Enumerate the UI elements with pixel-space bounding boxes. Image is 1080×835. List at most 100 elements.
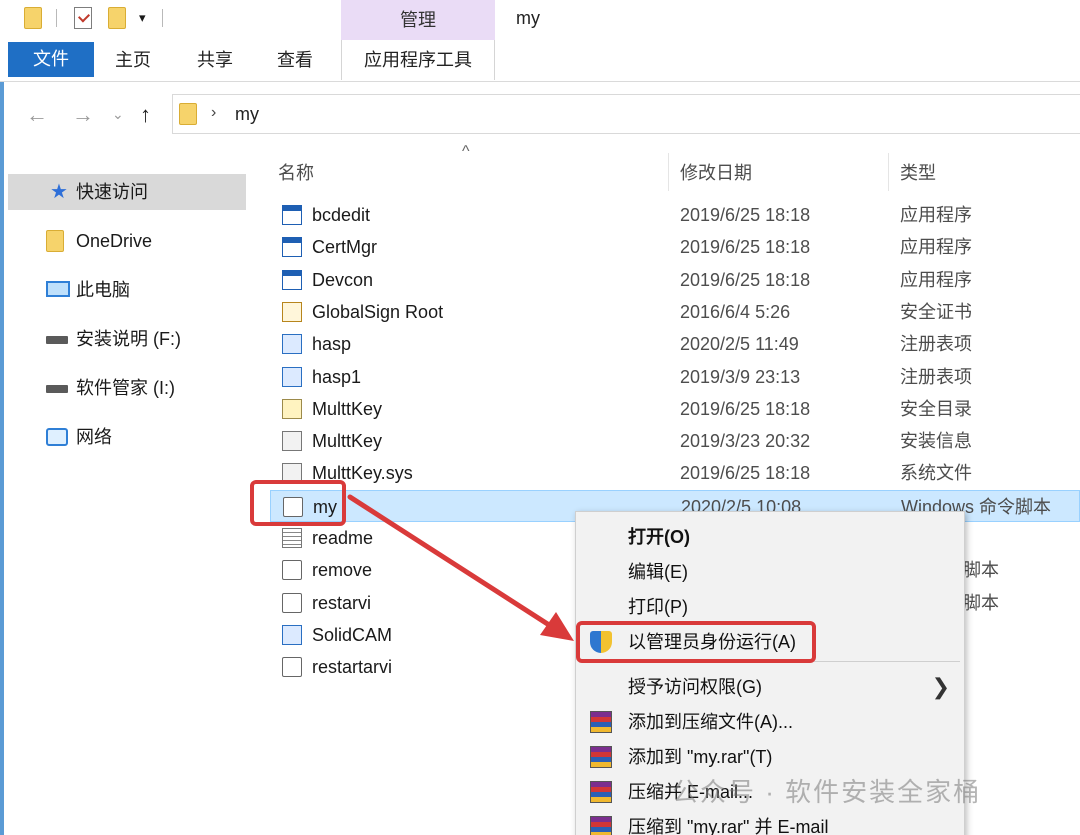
nav-item-onedrive[interactable]: OneDrive (8, 223, 246, 259)
folder-icon[interactable] (24, 7, 42, 29)
manage-context-tab[interactable]: 管理 (341, 0, 495, 40)
file-row[interactable]: GlobalSign Root 2016/6/4 5:26 安全证书 (270, 296, 1080, 328)
nav-item-quick-access[interactable]: ★ 快速访问 (8, 174, 246, 210)
file-row[interactable]: MulttKey 2019/3/23 20:32 安装信息 (270, 425, 1080, 457)
drive-icon (46, 336, 68, 344)
menu-item-add-to-archive[interactable]: 添加到压缩文件(A)... (576, 705, 964, 739)
nav-item-network[interactable]: 网络 (8, 419, 246, 455)
new-folder-icon[interactable] (108, 7, 126, 29)
nav-item-label: 此电脑 (76, 280, 130, 300)
nav-item-label: 软件管家 (I:) (76, 378, 175, 398)
reg-file-icon (282, 334, 302, 355)
tab-file[interactable]: 文件 (8, 42, 94, 77)
nav-item-drive-i[interactable]: 软件管家 (I:) (8, 370, 246, 406)
file-type: 安装信息 (900, 431, 972, 452)
file-date: 2019/6/25 18:18 (680, 237, 811, 258)
column-divider[interactable] (888, 153, 889, 191)
breadcrumb-chevron[interactable]: › (211, 104, 216, 122)
column-divider[interactable] (668, 153, 669, 191)
menu-item-open[interactable]: 打开(O) (576, 520, 964, 554)
file-row[interactable]: bcdedit 2019/6/25 18:18 应用程序 (270, 199, 1080, 231)
breadcrumb-my[interactable]: my (235, 104, 259, 125)
inf-file-icon (282, 431, 302, 452)
tab-share[interactable]: 共享 (186, 40, 244, 80)
file-date: 2019/3/9 23:13 (680, 366, 801, 387)
computer-icon (46, 281, 70, 297)
menu-item-print[interactable]: 打印(P) (576, 590, 964, 624)
file-name: restartarvi (312, 657, 393, 678)
watermark: 公众号 · 软件安装全家桶 (672, 777, 982, 807)
winrar-icon (590, 746, 612, 768)
file-name: MulttKey (312, 431, 383, 452)
folder-icon (46, 230, 64, 252)
up-button[interactable]: ↑ (140, 102, 151, 128)
menu-item-edit[interactable]: 编辑(E) (576, 555, 964, 589)
app-file-icon (282, 237, 302, 258)
nav-item-drive-f[interactable]: 安装说明 (F:) (8, 321, 246, 357)
nav-item-this-pc[interactable]: 此电脑 (8, 272, 246, 308)
file-row[interactable]: hasp 2020/2/5 11:49 注册表项 (270, 328, 1080, 360)
tab-application-tools[interactable]: 应用程序工具 (341, 40, 495, 80)
menu-item-label: 添加到压缩文件(A)... (628, 712, 793, 732)
column-header-name[interactable]: 名称 (278, 159, 314, 185)
cmd-file-icon (282, 560, 302, 581)
menu-item-compress-my-rar-email[interactable]: 压缩到 "my.rar" 并 E-mail (576, 810, 964, 835)
file-name: hasp (312, 334, 352, 355)
navigation-bar: ← → ⌄ ↑ › my (0, 90, 1080, 140)
tab-view[interactable]: 查看 (266, 40, 324, 80)
column-header-type[interactable]: 类型 (900, 159, 936, 185)
folder-icon (179, 103, 197, 125)
file-row[interactable]: MulttKey 2019/6/25 18:18 安全目录 (270, 393, 1080, 425)
nav-item-label: 安装说明 (F:) (76, 329, 181, 349)
file-name: GlobalSign Root (312, 301, 444, 322)
file-row[interactable]: Devcon 2019/6/25 18:18 应用程序 (270, 264, 1080, 296)
customize-toolbar-dropdown[interactable]: ▾ (139, 10, 146, 26)
back-button[interactable]: ← (26, 102, 48, 128)
cmd-file-icon (282, 592, 302, 613)
file-row[interactable]: hasp1 2019/3/9 23:13 注册表项 (270, 361, 1080, 393)
file-date: 2019/3/23 20:32 (680, 431, 811, 452)
menu-item-label: 打印(P) (628, 597, 688, 617)
file-date: 2019/6/25 18:18 (680, 398, 811, 419)
app-file-icon (282, 269, 302, 290)
file-name: SolidCAM (312, 624, 393, 645)
reg-file-icon (282, 366, 302, 387)
file-name: bcdedit (312, 205, 371, 225)
nav-item-label: 网络 (76, 427, 112, 447)
column-header-date[interactable]: 修改日期 (680, 159, 752, 185)
file-name: restarvi (312, 592, 372, 613)
file-type: 应用程序 (900, 205, 972, 225)
drive-icon (46, 385, 68, 393)
recent-locations-button[interactable]: ⌄ (112, 106, 124, 123)
file-date: 2020/2/5 11:49 (680, 334, 799, 355)
file-date: 2016/6/4 5:26 (680, 301, 791, 322)
forward-button[interactable]: → (72, 102, 94, 128)
winrar-icon (590, 781, 612, 803)
file-date: 2019/6/25 18:18 (680, 463, 811, 484)
reg-file-icon (282, 624, 302, 645)
file-date: 2019/6/25 18:18 (680, 205, 811, 225)
properties-icon[interactable] (74, 7, 92, 29)
file-name: remove (312, 560, 373, 581)
menu-item-label: 添加到 "my.rar"(T) (628, 747, 773, 767)
address-bar[interactable]: › my (172, 94, 1080, 134)
menu-item-add-to-my-rar[interactable]: 添加到 "my.rar"(T) (576, 740, 964, 774)
navigation-pane: ★ 快速访问 OneDrive 此电脑 安装说明 (F:) 软件管家 (I:) … (8, 150, 248, 750)
toolbar-divider (56, 9, 57, 27)
toolbar-divider (162, 9, 163, 27)
app-file-icon (282, 205, 302, 225)
menu-item-label: 打开(O) (628, 527, 690, 547)
highlight-box (250, 480, 346, 526)
cat-file-icon (282, 398, 302, 419)
tab-home[interactable]: 主页 (104, 40, 162, 80)
file-row[interactable]: MulttKey.sys 2019/6/25 18:18 系统文件 (270, 457, 1080, 489)
sort-indicator-icon: ^ (462, 143, 470, 160)
file-name: MulttKey (312, 398, 383, 419)
file-row[interactable]: CertMgr 2019/6/25 18:18 应用程序 (270, 231, 1080, 263)
highlight-box (576, 621, 816, 663)
winrar-icon (590, 816, 612, 835)
file-type: 安全证书 (900, 301, 972, 322)
file-type: 应用程序 (900, 237, 972, 258)
menu-item-grant-access[interactable]: 授予访问权限(G) ❯ (576, 670, 964, 704)
file-name: readme (312, 528, 374, 548)
